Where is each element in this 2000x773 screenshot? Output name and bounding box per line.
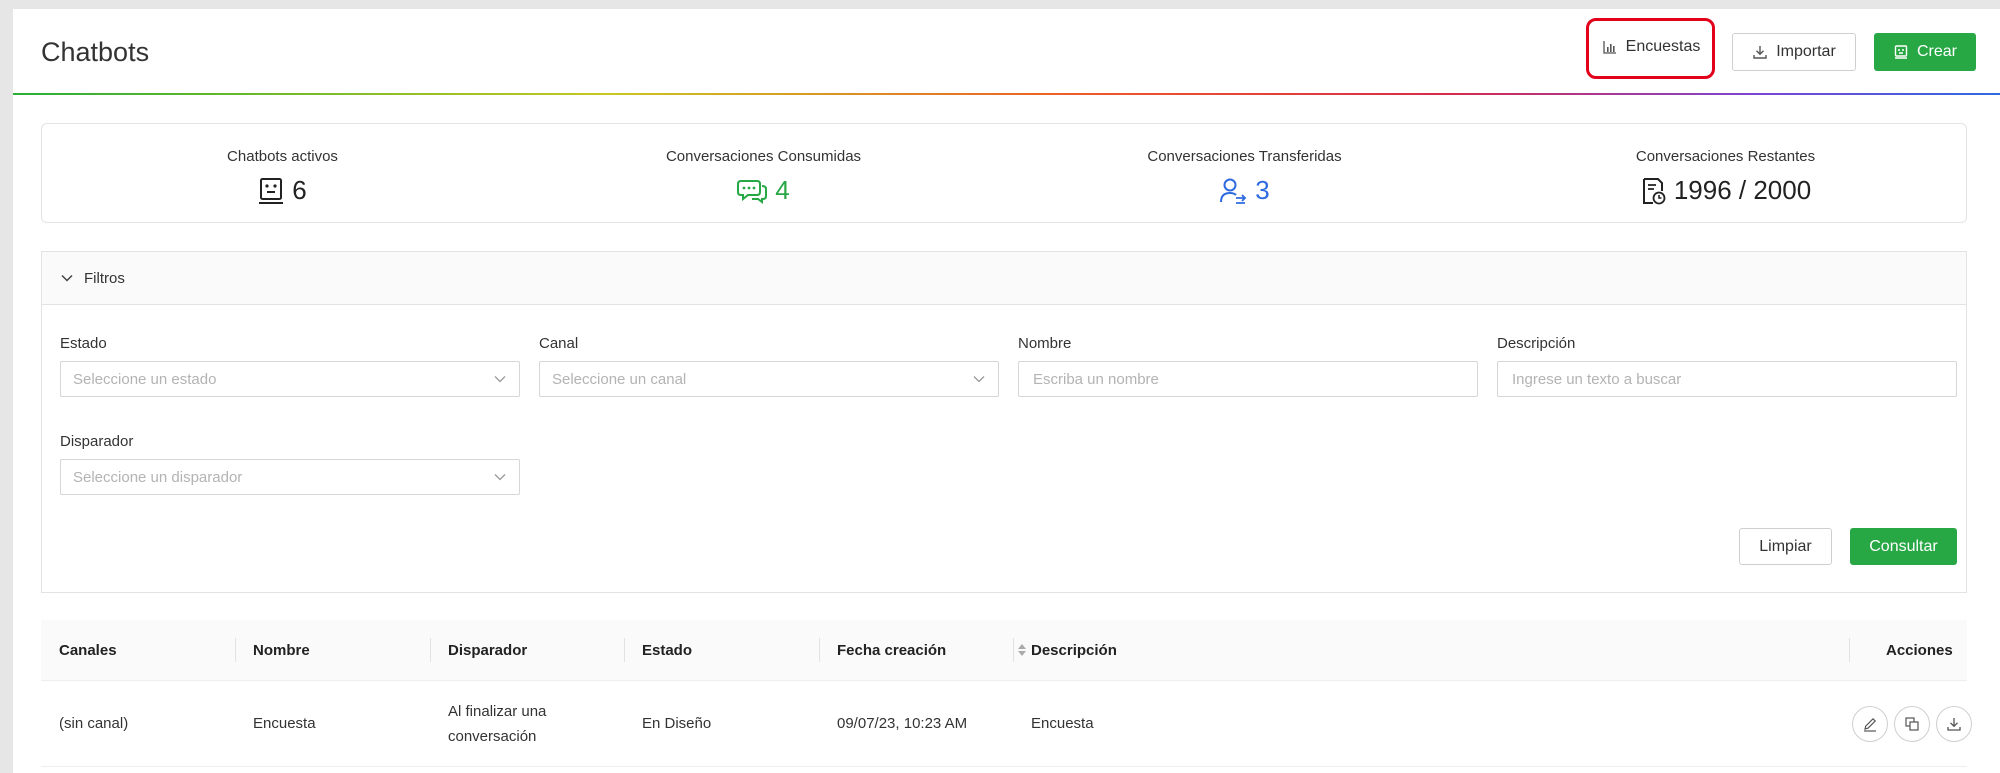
column-header-acciones: Acciones (1886, 641, 1953, 659)
copy-icon (1905, 716, 1919, 731)
filter-descripcion: Descripción (1497, 335, 1957, 397)
page-header: Chatbots Encuestas Importar Crear (13, 9, 2000, 95)
column-header-canales: Canales (59, 641, 117, 659)
download-button[interactable] (1936, 705, 1972, 742)
descripcion-field[interactable] (1497, 361, 1957, 397)
estado-placeholder: Seleccione un estado (73, 370, 217, 388)
nombre-label: Nombre (1018, 335, 1072, 352)
descripcion-label: Descripción (1497, 335, 1576, 352)
cell-nombre: Encuesta (253, 715, 316, 732)
filter-canal: Canal Seleccione un canal (539, 335, 999, 397)
stat-transferred-conversations: Conversaciones Transferidas 3 (1004, 124, 1485, 222)
filters-title: Filtros (84, 269, 125, 287)
descripcion-input[interactable] (1510, 369, 1944, 389)
chatbots-page: Chatbots Encuestas Importar Crear Chatbo… (13, 9, 2000, 773)
create-button[interactable]: Crear (1874, 33, 1976, 71)
column-divider (624, 638, 625, 662)
import-button[interactable]: Importar (1732, 33, 1856, 71)
clear-button[interactable]: Limpiar (1739, 528, 1832, 565)
stat-value-row: 1996 / 2000 (1640, 175, 1811, 206)
download-icon (1753, 46, 1767, 59)
nombre-field[interactable] (1018, 361, 1478, 397)
cell-disparador: Al finalizar una conversación (448, 681, 546, 766)
submit-button-label: Consultar (1869, 537, 1938, 555)
import-button-label: Importar (1776, 43, 1836, 60)
chevron-down-icon (973, 376, 985, 383)
column-header-disparador: Disparador (448, 641, 528, 659)
disparador-placeholder: Seleccione un disparador (73, 468, 243, 486)
column-divider (1849, 638, 1850, 662)
estado-label: Estado (60, 335, 107, 352)
pencil-icon (1864, 717, 1877, 732)
surveys-button-label: Encuestas (1625, 38, 1701, 55)
clear-button-label: Limpiar (1759, 537, 1812, 555)
edit-button[interactable] (1852, 705, 1888, 742)
document-clock-icon (1642, 177, 1666, 204)
canal-select[interactable]: Seleccione un canal (539, 361, 999, 397)
column-divider (1013, 638, 1014, 662)
stat-value-row: 6 (258, 175, 307, 206)
disparador-select[interactable]: Seleccione un disparador (60, 459, 520, 495)
cell-disparador-line1: Al finalizar una (448, 702, 547, 720)
table-header: Canales Nombre Disparador Estado Fecha c… (41, 620, 1967, 681)
stat-remaining-conversations: Conversaciones Restantes 1996 / 2000 (1485, 124, 1966, 222)
stat-value-row: 3 (1219, 175, 1270, 206)
column-divider (819, 638, 820, 662)
stat-label: Conversaciones Restantes (1635, 148, 1816, 165)
stat-label: Conversaciones Consumidas (665, 148, 862, 165)
canal-placeholder: Seleccione un canal (552, 370, 687, 388)
page-title: Chatbots (41, 37, 150, 67)
column-header-nombre: Nombre (253, 641, 310, 659)
stat-label: Chatbots activos (227, 148, 338, 165)
filter-estado: Estado Seleccione un estado (60, 335, 520, 397)
create-button-label: Crear (1916, 43, 1957, 60)
column-header-fecha[interactable]: Fecha creación (837, 620, 1027, 680)
filter-disparador: Disparador Seleccione un disparador (60, 433, 520, 495)
column-header-estado: Estado (642, 641, 693, 659)
table-row: (sin canal) Encuesta Al finalizar una co… (41, 681, 1972, 767)
cell-canales: (sin canal) (59, 715, 129, 732)
chat-bubbles-icon (737, 179, 768, 204)
cell-acciones (1852, 681, 1972, 766)
column-header-descripcion: Descripción (1031, 641, 1117, 659)
stat-consumed-conversations: Conversaciones Consumidas 4 (523, 124, 1004, 222)
filters-panel: Filtros Estado Seleccione un estado Cana… (41, 251, 1967, 593)
submit-button[interactable]: Consultar (1850, 528, 1957, 565)
cell-estado: En Diseño (642, 715, 712, 732)
column-header-fecha-label: Fecha creación (837, 641, 947, 659)
stat-value: 1996 / 2000 (1673, 175, 1812, 205)
cell-fecha: 09/07/23, 10:23 AM (837, 715, 968, 732)
cell-descripcion: Encuesta (1031, 715, 1094, 732)
chevron-down-icon (61, 274, 73, 282)
bar-chart-icon (1602, 41, 1616, 54)
column-divider (430, 638, 431, 662)
stat-label: Conversaciones Transferidas (1147, 148, 1342, 165)
stat-active-chatbots: Chatbots activos 6 (42, 124, 523, 222)
cell-disparador-line2: conversación (448, 727, 537, 745)
estado-select[interactable]: Seleccione un estado (60, 361, 520, 397)
duplicate-button[interactable] (1894, 705, 1930, 742)
filters-toggle[interactable]: Filtros (42, 252, 1966, 305)
chevron-down-icon (494, 474, 506, 481)
download-icon (1947, 717, 1961, 731)
filter-nombre: Nombre (1018, 335, 1478, 397)
stats-panel: Chatbots activos 6 Conversaciones Consum… (41, 123, 1967, 223)
disparador-label: Disparador (60, 433, 134, 450)
chevron-down-icon (494, 376, 506, 383)
sort-icon (1018, 644, 1026, 656)
robot-icon (1894, 45, 1908, 59)
stat-value: 3 (1255, 175, 1270, 205)
column-divider (235, 638, 236, 662)
chatbots-table: Canales Nombre Disparador Estado Fecha c… (41, 620, 1972, 767)
stat-value: 4 (775, 175, 790, 205)
robot-icon (259, 177, 284, 204)
header-divider (13, 93, 2000, 95)
nombre-input[interactable] (1031, 369, 1465, 389)
user-transfer-icon (1220, 178, 1247, 204)
stat-value: 6 (292, 175, 307, 205)
surveys-button[interactable]: Encuestas (1596, 28, 1706, 66)
stat-value-row: 4 (737, 175, 790, 206)
canal-label: Canal (539, 335, 579, 352)
